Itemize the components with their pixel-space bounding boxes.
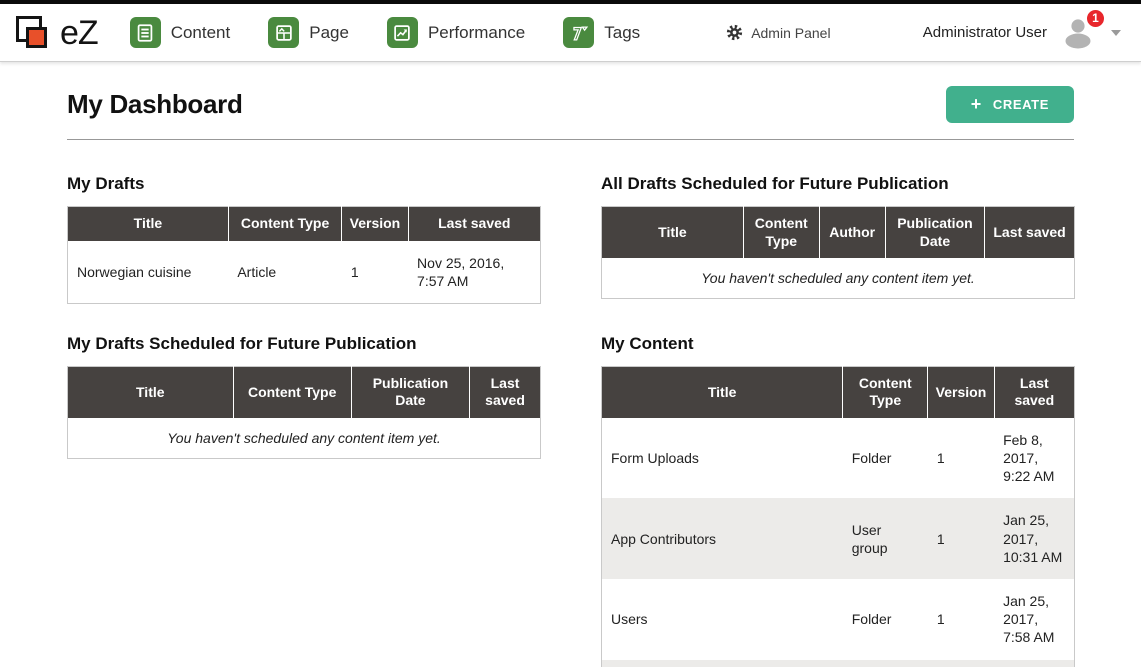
page-title: My Dashboard bbox=[67, 89, 243, 120]
menu-item-label: Performance bbox=[428, 23, 525, 43]
column-header: Version bbox=[342, 207, 408, 241]
create-button[interactable]: + CREATE bbox=[946, 86, 1074, 123]
dashboard-grid: My Drafts TitleContent TypeVersionLast s… bbox=[67, 174, 1074, 667]
table-header-row: TitleContent TypeVersionLast saved bbox=[602, 366, 1075, 418]
menu-item-label: Page bbox=[309, 23, 349, 43]
all-drafts-scheduled-table: TitleContent TypeAuthorPublication DateL… bbox=[601, 206, 1075, 299]
ez-logo-icon bbox=[14, 13, 54, 53]
page-icon bbox=[268, 17, 299, 48]
column-header: Title bbox=[602, 207, 744, 259]
gear-icon bbox=[726, 24, 743, 41]
table-cell: Users bbox=[602, 579, 843, 660]
menu-item-performance[interactable]: Performance bbox=[387, 17, 525, 48]
table-cell: Folder bbox=[843, 418, 928, 499]
table-cell: App bbox=[602, 660, 843, 667]
content-icon bbox=[130, 17, 161, 48]
user-menu[interactable]: Administrator User 1 bbox=[923, 17, 1121, 49]
table-empty-row: You haven't scheduled any content item y… bbox=[68, 418, 541, 459]
table-header-row: TitleContent TypeVersionLast saved bbox=[68, 207, 541, 241]
table-empty-row: You haven't scheduled any content item y… bbox=[602, 258, 1075, 299]
menu-item-content[interactable]: Content bbox=[130, 17, 231, 48]
table-row[interactable]: Form UploadsFolder1Feb 8, 2017, 9:22 AM bbox=[602, 418, 1075, 499]
ez-logo-text: eZ bbox=[60, 16, 98, 50]
table-cell: 1 bbox=[928, 579, 994, 660]
avatar[interactable]: 1 bbox=[1061, 17, 1097, 49]
table-cell: Article bbox=[228, 241, 342, 304]
table-cell: Jan 25, 2017, 7:58 AM bbox=[994, 579, 1074, 660]
table-cell: App Contributors bbox=[602, 498, 843, 579]
performance-icon bbox=[387, 17, 418, 48]
empty-message: You haven't scheduled any content item y… bbox=[68, 418, 541, 459]
user-name: Administrator User bbox=[923, 24, 1047, 41]
panel-title: My Drafts Scheduled for Future Publicati… bbox=[67, 334, 541, 354]
admin-panel-label: Admin Panel bbox=[751, 25, 830, 41]
table-cell: Folder bbox=[843, 579, 928, 660]
plus-icon: + bbox=[971, 97, 982, 111]
menu-item-tags[interactable]: Tags bbox=[563, 17, 640, 48]
column-header: Last saved bbox=[470, 366, 541, 418]
table-cell: 1 bbox=[342, 241, 408, 304]
table-cell: 1 bbox=[928, 498, 994, 579]
column-header: Content Type bbox=[743, 207, 819, 259]
column-header: Author bbox=[819, 207, 885, 259]
column-header: Publication Date bbox=[885, 207, 984, 259]
my-drafts-scheduled-panel: My Drafts Scheduled for Future Publicati… bbox=[67, 334, 541, 459]
menu-item-label: Tags bbox=[604, 23, 640, 43]
main-menu: Content Page Performance bbox=[130, 17, 641, 48]
table-cell: Folder bbox=[843, 660, 928, 667]
table-cell: Norwegian cuisine bbox=[68, 241, 229, 304]
top-navigation-bar: eZ Content Pag bbox=[0, 0, 1141, 62]
table-row[interactable]: Norwegian cuisineArticle1Nov 25, 2016, 7… bbox=[68, 241, 541, 304]
panel-title: My Drafts bbox=[67, 174, 541, 194]
table-row[interactable]: UsersFolder1Jan 25, 2017, 7:58 AM bbox=[602, 579, 1075, 660]
dashboard-page: My Dashboard + CREATE My Drafts TitleCon… bbox=[0, 62, 1141, 667]
table-cell: 1 bbox=[928, 660, 994, 667]
chevron-down-icon bbox=[1111, 30, 1121, 36]
my-content-panel: My Content TitleContent TypeVersionLast … bbox=[601, 334, 1075, 667]
table-cell: Form Uploads bbox=[602, 418, 843, 499]
table-cell: Feb 8, 2017, 9:22 AM bbox=[994, 418, 1074, 499]
table-cell: Jan 25, 2017, 10:31 AM bbox=[994, 498, 1074, 579]
admin-panel-link[interactable]: Admin Panel bbox=[726, 24, 830, 41]
panel-title: My Content bbox=[601, 334, 1075, 354]
menu-item-page[interactable]: Page bbox=[268, 17, 349, 48]
column-header: Last saved bbox=[408, 207, 540, 241]
column-header: Last saved bbox=[994, 366, 1074, 418]
column-header: Content Type bbox=[843, 366, 928, 418]
empty-message: You haven't scheduled any content item y… bbox=[602, 258, 1075, 299]
notification-badge[interactable]: 1 bbox=[1086, 9, 1105, 28]
column-header: Title bbox=[68, 207, 229, 241]
table-cell: Jan 25, 2017, 7:55 AM bbox=[994, 660, 1074, 667]
all-drafts-scheduled-panel: All Drafts Scheduled for Future Publicat… bbox=[601, 174, 1075, 299]
create-button-label: CREATE bbox=[993, 97, 1049, 112]
menu-item-label: Content bbox=[171, 23, 231, 43]
my-drafts-table: TitleContent TypeVersionLast savedNorweg… bbox=[67, 206, 541, 304]
table-header-row: TitleContent TypeAuthorPublication DateL… bbox=[602, 207, 1075, 259]
table-row[interactable]: AppFolder1Jan 25, 2017, 7:55 AM bbox=[602, 660, 1075, 667]
column-header: Version bbox=[928, 366, 994, 418]
panel-title: All Drafts Scheduled for Future Publicat… bbox=[601, 174, 1075, 194]
column-header: Publication Date bbox=[351, 366, 469, 418]
tags-icon bbox=[563, 17, 594, 48]
table-cell: User group bbox=[843, 498, 928, 579]
table-cell: Nov 25, 2016, 7:57 AM bbox=[408, 241, 540, 304]
column-header: Last saved bbox=[985, 207, 1075, 259]
my-drafts-panel: My Drafts TitleContent TypeVersionLast s… bbox=[67, 174, 541, 304]
page-header: My Dashboard + CREATE bbox=[67, 62, 1074, 140]
column-header: Title bbox=[602, 366, 843, 418]
column-header: Content Type bbox=[233, 366, 351, 418]
ez-logo[interactable]: eZ bbox=[14, 13, 98, 53]
column-header: Title bbox=[68, 366, 234, 418]
my-drafts-scheduled-table: TitleContent TypePublication DateLast sa… bbox=[67, 366, 541, 459]
table-row[interactable]: App ContributorsUser group1Jan 25, 2017,… bbox=[602, 498, 1075, 579]
my-content-table: TitleContent TypeVersionLast savedForm U… bbox=[601, 366, 1075, 667]
table-cell: 1 bbox=[928, 418, 994, 499]
column-header: Content Type bbox=[228, 207, 342, 241]
table-header-row: TitleContent TypePublication DateLast sa… bbox=[68, 366, 541, 418]
